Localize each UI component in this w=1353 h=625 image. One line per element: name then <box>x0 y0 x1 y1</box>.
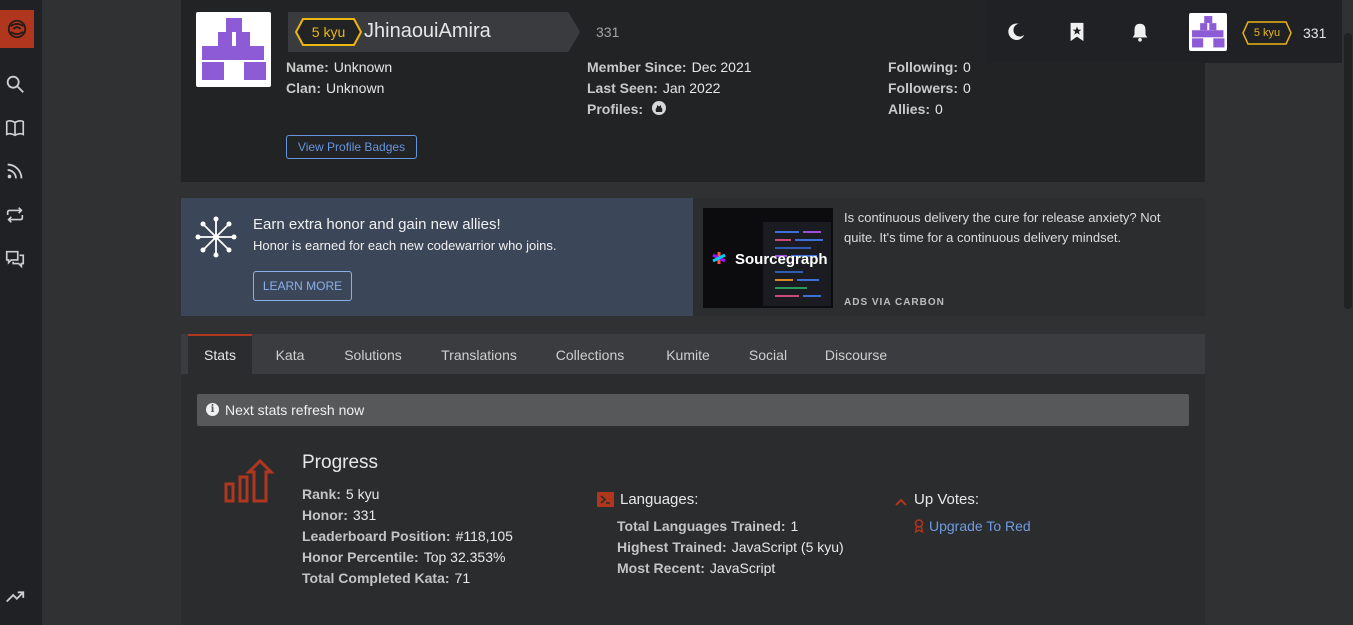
profile-tabs: Stats Kata Solutions Translations Collec… <box>181 334 1205 374</box>
tab-kumite[interactable]: Kumite <box>655 334 721 374</box>
trending-icon[interactable] <box>4 585 26 607</box>
info-row-clan: Clan: Unknown <box>286 80 385 96</box>
lang-row-recent: Most Recent: JavaScript <box>617 560 776 576</box>
info-row-name: Name: Unknown <box>286 59 393 75</box>
honor-score: 331 <box>596 24 620 40</box>
header-rank-label: 5 kyu <box>1253 27 1281 39</box>
lang-row-total: Total Languages Trained: 1 <box>617 518 799 534</box>
chat-icon[interactable] <box>4 248 26 270</box>
refresh-text: Next stats refresh now <box>225 402 365 418</box>
ad-via-label[interactable]: ADS VIA CARBON <box>844 297 945 308</box>
sidebar <box>0 0 42 625</box>
book-icon[interactable] <box>4 117 26 139</box>
moon-icon[interactable] <box>1004 20 1028 44</box>
ad-image[interactable]: Sourcegraph <box>703 208 833 308</box>
header-honor: 331 <box>1303 25 1327 41</box>
stat-row-leaderboard: Leaderboard Position: #118,105 <box>302 528 513 544</box>
search-icon[interactable] <box>4 73 26 95</box>
tab-kata[interactable]: Kata <box>263 334 317 374</box>
ad-text[interactable]: Is continuous delivery the cure for rele… <box>844 208 1194 248</box>
carbon-ad[interactable]: Sourcegraph Is continuous delivery the c… <box>693 198 1205 316</box>
info-icon: i <box>206 403 219 416</box>
codewars-logo-icon[interactable] <box>0 10 34 48</box>
tab-solutions[interactable]: Solutions <box>333 334 413 374</box>
profile-info-col2: Member Since: Dec 2021 Last Seen: Jan 2022… <box>587 57 752 120</box>
stat-row-rank: Rank: 5 kyu <box>302 486 380 502</box>
rank-badge-label: 5 kyu <box>311 24 346 40</box>
stat-row-percentile: Honor Percentile: Top 32.353% <box>302 549 506 565</box>
tab-discourse[interactable]: Discourse <box>817 334 895 374</box>
username-bar: 5 kyu JhinaouiAmira <box>288 12 580 52</box>
progress-chart-icon <box>223 458 275 504</box>
languages-title: Languages: <box>620 491 699 508</box>
upgrade-link[interactable]: Upgrade To Red <box>914 516 1031 537</box>
allies-network-icon <box>195 216 237 258</box>
top-header: 5 kyu 331 <box>986 0 1342 63</box>
tab-social[interactable]: Social <box>740 334 796 374</box>
repeat-icon[interactable] <box>4 204 26 226</box>
profile-info-col3: Following: 0 Followers: 0 Allies: 0 <box>888 57 971 120</box>
progress-title: Progress <box>302 452 379 473</box>
terminal-icon <box>597 492 614 507</box>
profile-info-col1: Name: Unknown Clan: Unknown <box>286 57 392 99</box>
avatar[interactable] <box>196 12 271 87</box>
tab-stats[interactable]: Stats <box>188 334 252 374</box>
upvotes-title: Up Votes: <box>914 491 980 508</box>
header-avatar[interactable] <box>1189 13 1227 51</box>
ad-brand: Sourcegraph <box>735 251 828 268</box>
learn-more-button[interactable]: LEARN MORE <box>253 271 352 301</box>
header-rank-badge[interactable]: 5 kyu <box>1242 21 1292 45</box>
promo-subtitle: Honor is earned for each new codewarrior… <box>253 238 557 253</box>
info-row-following: Following: 0 <box>888 59 971 75</box>
ribbon-icon <box>914 518 924 534</box>
info-row-followers: Followers: 0 <box>888 80 971 96</box>
chevron-up-icon <box>895 494 907 506</box>
view-profile-badges-button[interactable]: View Profile Badges <box>286 135 417 159</box>
upgrade-to-red-link[interactable]: Upgrade To Red <box>929 518 1031 534</box>
stats-content: i Next stats refresh now Progress Rank: 5… <box>181 374 1205 625</box>
progress-stats: Rank: 5 kyu Honor: 331 Leaderboard Positio… <box>302 484 513 589</box>
bell-icon[interactable] <box>1128 20 1152 44</box>
promo-title: Earn extra honor and gain new allies! <box>253 216 501 233</box>
info-row-allies: Allies: 0 <box>888 101 943 117</box>
username: JhinaouiAmira <box>364 20 491 42</box>
stats-refresh-notice: i Next stats refresh now <box>197 394 1189 426</box>
scrollbar-thumb[interactable] <box>1344 33 1352 309</box>
tab-translations[interactable]: Translations <box>431 334 527 374</box>
stat-row-honor: Honor: 331 <box>302 507 377 523</box>
info-row-profiles: Profiles: <box>587 99 752 120</box>
tab-collections[interactable]: Collections <box>545 334 635 374</box>
rank-badge: 5 kyu <box>295 18 362 46</box>
info-row-member-since: Member Since: Dec 2021 <box>587 59 752 75</box>
stat-row-completed: Total Completed Kata: 71 <box>302 570 471 586</box>
github-icon[interactable] <box>651 101 666 115</box>
bookmark-star-icon[interactable] <box>1065 20 1089 44</box>
info-row-last-seen: Last Seen: Jan 2022 <box>587 80 721 96</box>
referral-promo: Earn extra honor and gain new allies! Ho… <box>181 198 693 316</box>
languages-stats: Total Languages Trained: 1 Highest Traine… <box>617 516 844 579</box>
rss-icon[interactable] <box>4 160 26 182</box>
lang-row-highest: Highest Trained: JavaScript (5 kyu) <box>617 539 844 555</box>
scrollbar[interactable] <box>1343 0 1353 625</box>
